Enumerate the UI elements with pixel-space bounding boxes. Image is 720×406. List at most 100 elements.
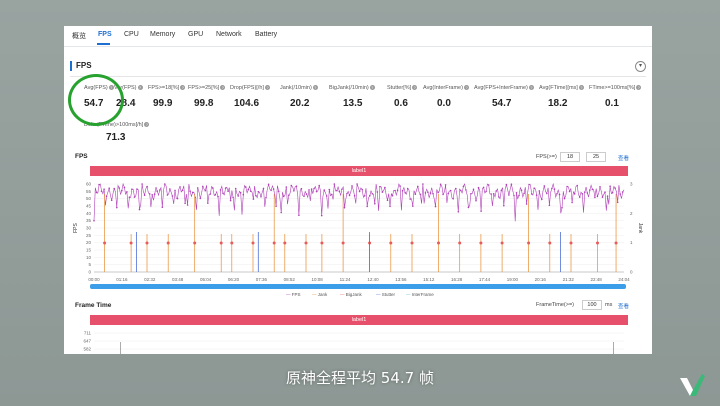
fps-point [176,197,179,200]
fps-point [250,190,252,192]
y2-tick-label: 0 [630,270,633,275]
fps-point [280,211,282,214]
brand-logo-icon [680,374,705,396]
help-icon: ? [578,85,584,91]
fps-threshold-input-2[interactable]: 25 [586,152,606,162]
fps-point [186,204,189,206]
tab-network[interactable]: Network [216,31,242,38]
fps-point [184,202,186,205]
fps-point [409,198,412,200]
fps-threshold-input-1[interactable]: 18 [560,152,580,162]
help-icon: ? [312,85,318,91]
fps-point [361,188,364,191]
fps-point [338,190,341,193]
bigjank-point [458,241,462,245]
frame-time-view-link[interactable]: 查看 [618,302,629,310]
chevron-down-icon[interactable]: ▾ [635,61,646,72]
fps-point [363,195,366,197]
fps-point [300,187,303,190]
bigjank-point [283,241,287,245]
fps-point [189,190,191,192]
fps-view-link[interactable]: 查看 [618,154,629,162]
fps-point [616,201,619,204]
fps-point [578,196,581,198]
timeline-scrollbar[interactable] [90,284,626,289]
fps-point [457,211,460,213]
tab-overview[interactable]: 概览 [72,31,86,41]
fps-point [174,189,176,192]
help-icon: ? [264,85,270,91]
fps-point [265,196,267,199]
fps-point [351,185,353,187]
fps-point [209,193,212,195]
fps-point [136,188,138,190]
frame-time-threshold-input[interactable]: 100 [582,300,602,310]
metric-label: Stutter[%]? [387,85,418,91]
tab-bar: 概览 FPS CPU Memory GPU Network Battery [64,26,652,47]
fps-chart-title: FPS [75,153,88,160]
tab-cpu[interactable]: CPU [124,31,139,38]
tab-fps[interactable]: FPS [98,31,112,38]
fps-point [412,205,414,207]
metric-label: Jank(/10min)? [280,85,318,91]
tab-memory[interactable]: Memory [150,31,175,38]
fps-point [462,185,465,188]
fps-point [449,189,452,192]
ft-y-tick-label: 582 [83,347,91,352]
fps-point [558,193,561,196]
x-tick-label: 24:04 [618,277,630,282]
metric-label: FTime>=100ms[%]? [589,85,642,91]
fps-point [153,193,156,195]
fps-point [396,189,399,191]
fps-point [422,183,424,185]
fps-point [475,199,477,202]
fps-point [212,187,214,189]
fps-point [141,183,143,185]
fps-point [121,189,123,192]
fps-point [272,188,275,190]
active-tab-indicator [97,43,110,45]
fps-point [460,189,462,192]
ft-y-tick-label: 647 [83,339,91,344]
tab-gpu[interactable]: GPU [188,31,203,38]
metric-value: 20.2 [290,98,310,109]
metric-value: 0.6 [394,98,408,109]
fps-point [525,203,528,205]
fps-point [310,188,313,190]
fps-point [599,186,601,188]
x-tick-label: 15:12 [423,277,435,282]
y-tick-label: 35 [86,218,92,223]
help-icon: ? [180,85,186,91]
tab-battery[interactable]: Battery [255,31,277,38]
fps-point [394,189,396,192]
highlight-circle [68,74,124,126]
fps-point [219,189,222,191]
fps-point [594,196,596,199]
fps-point [384,186,386,189]
fps-point [391,194,394,197]
metric-label: BigJank(/10min)? [329,85,375,91]
fps-point [487,184,490,186]
fps-point [138,208,141,211]
fps-point [128,196,131,198]
fps-point [257,190,260,193]
fps-point [566,185,568,188]
fps-point [495,190,498,192]
fps-point [503,204,505,207]
fps-point [561,206,563,209]
fps-point [404,192,407,194]
fps-point [417,185,419,188]
fps-point [255,194,257,197]
fps-point [492,193,495,195]
y-tick-label: 45 [86,204,92,209]
fps-point [505,183,508,186]
fps-point [581,193,584,195]
y-tick-label: 60 [86,182,92,187]
fps-point [601,196,604,198]
fps-point [530,193,533,195]
fps-point [298,214,300,216]
fps-point [353,195,356,197]
bigjank-point [389,241,393,245]
fps-point [131,188,133,190]
help-icon: ? [412,85,418,91]
